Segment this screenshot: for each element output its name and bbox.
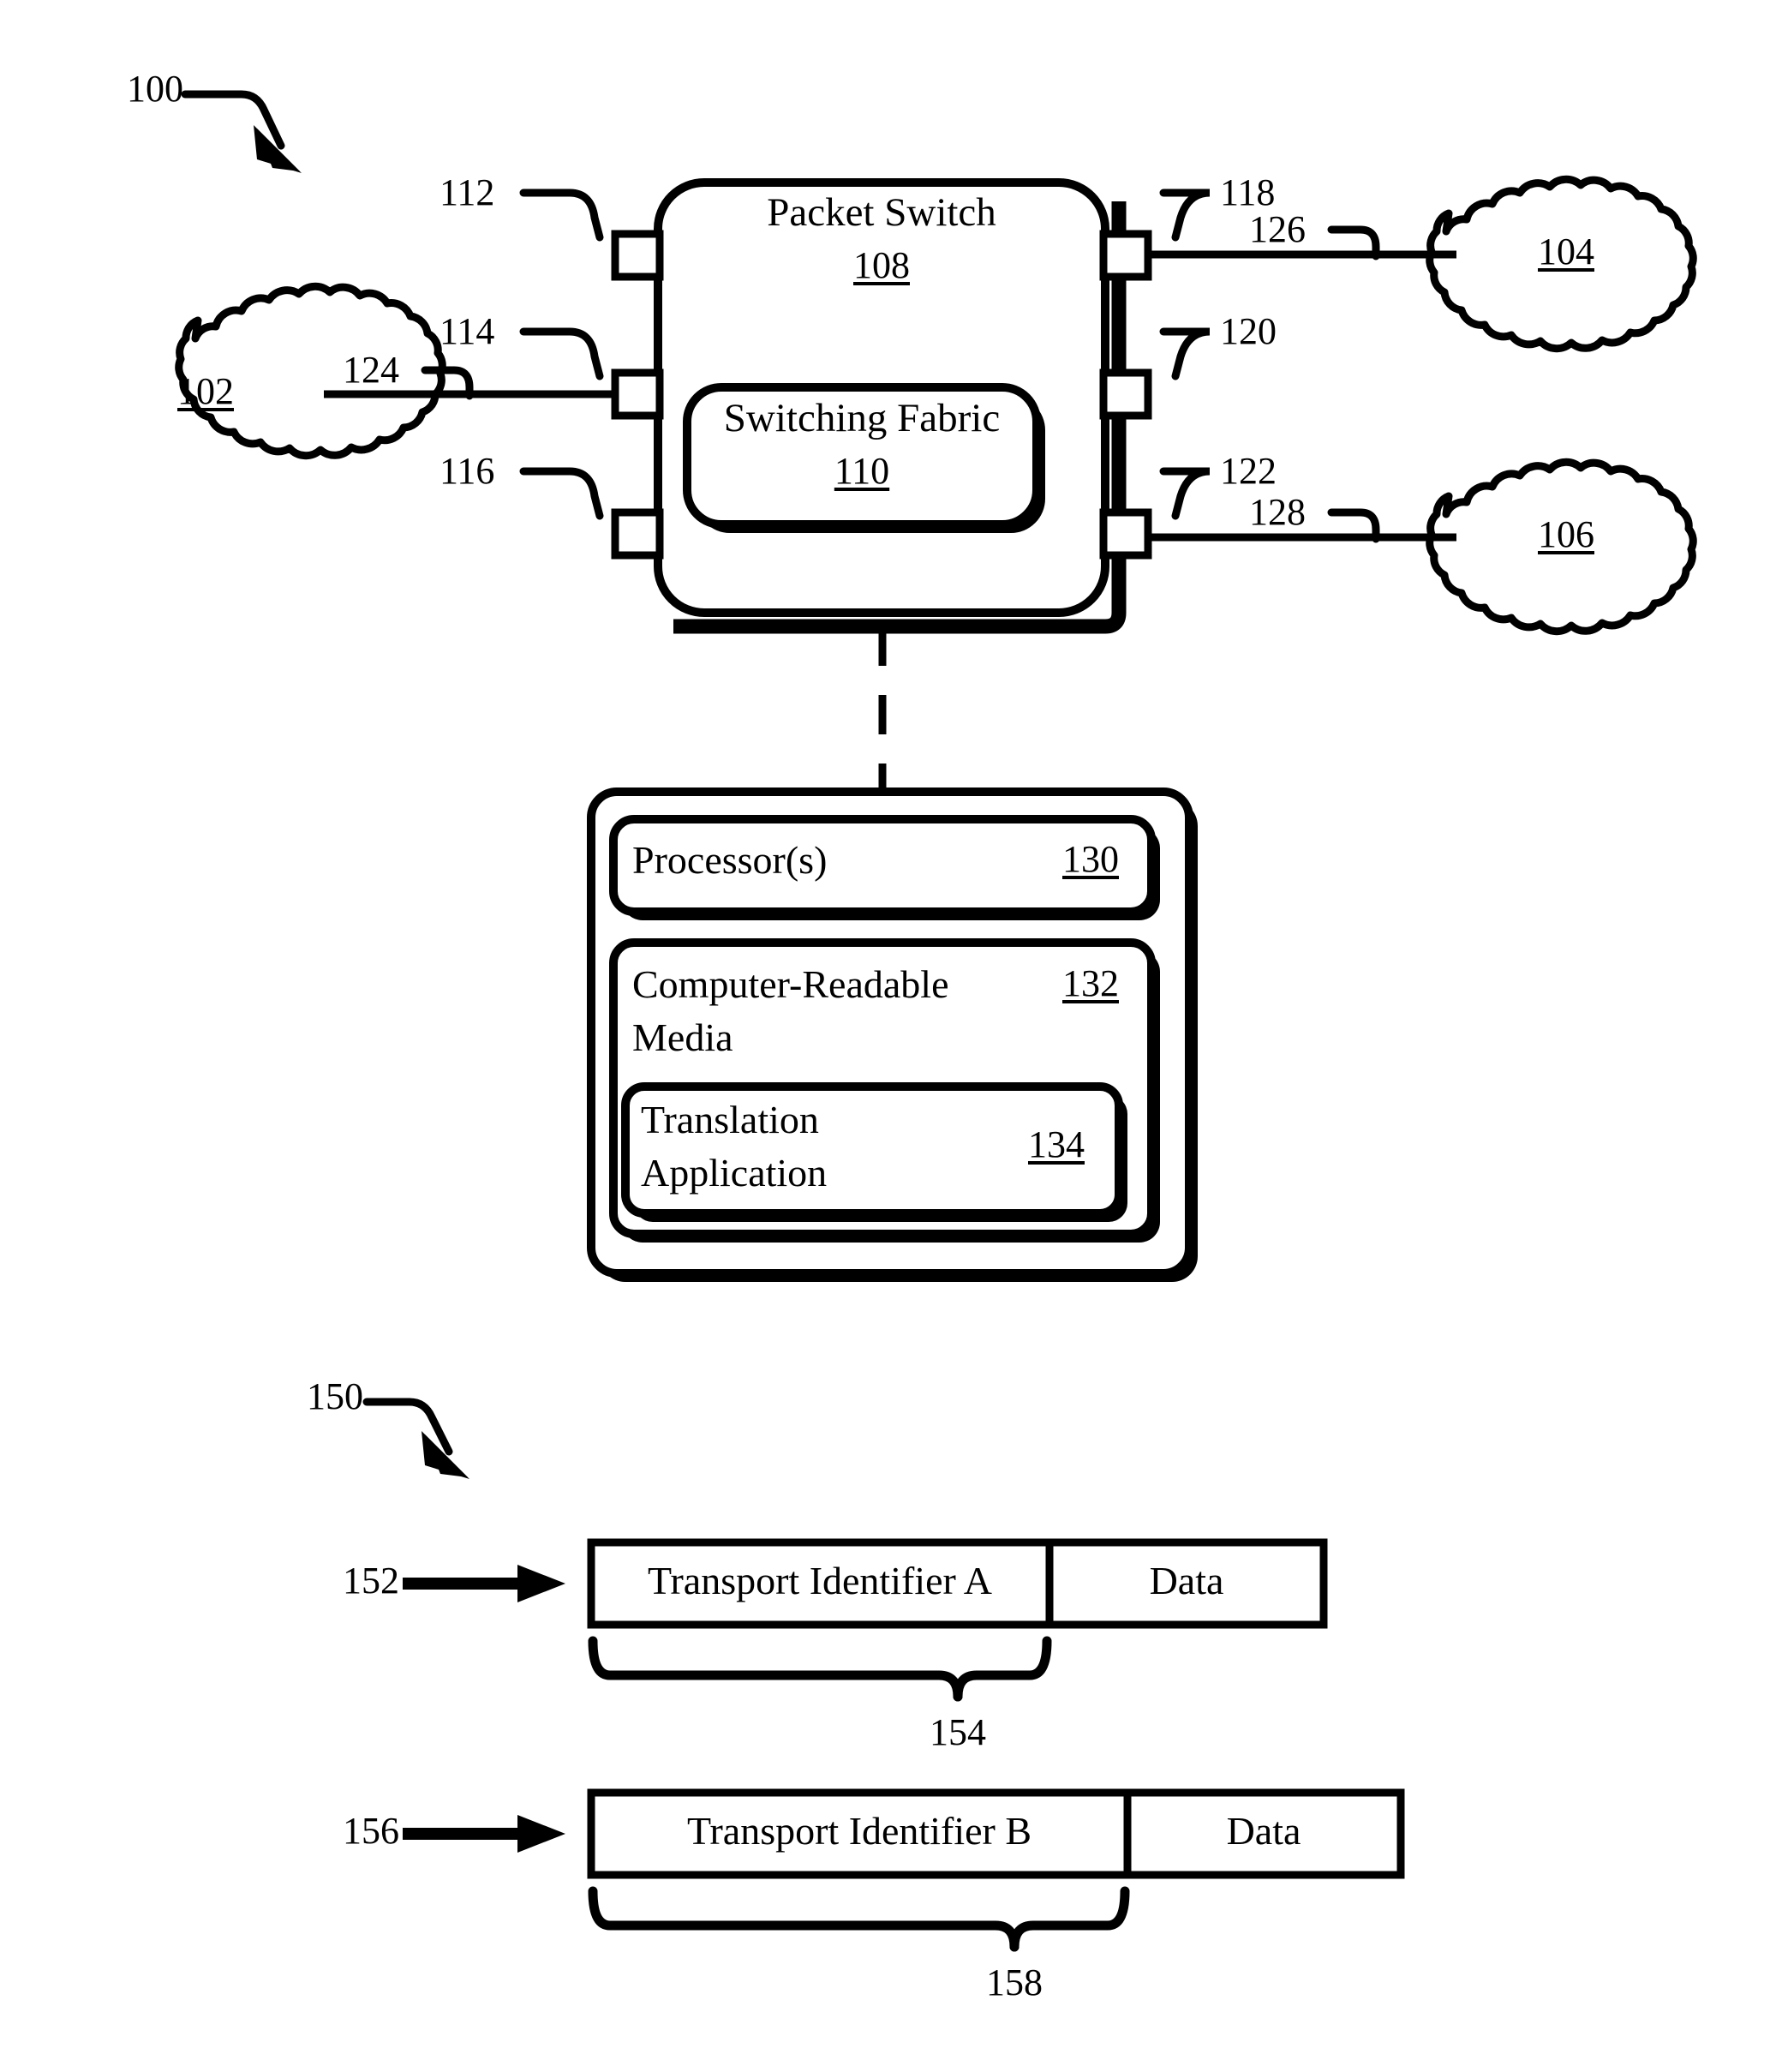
right-port-122	[1099, 508, 1152, 560]
packet-156-payload-label: Data	[1226, 1809, 1301, 1853]
right-port-ref-118: 118	[1220, 171, 1276, 213]
packet-156-arrow	[403, 1815, 565, 1853]
leader-126	[1327, 225, 1380, 260]
switching-fabric-ref: 110	[834, 450, 890, 492]
brace-158	[588, 1886, 1130, 1952]
leader-116	[519, 467, 604, 520]
application-label-line1: Translation	[641, 1098, 819, 1141]
leader-112	[519, 189, 604, 242]
media-ref: 132	[1062, 962, 1119, 1004]
packet-ref-156: 156	[343, 1810, 399, 1852]
leader-124	[421, 366, 474, 400]
packet-switch-ref: 108	[853, 244, 910, 286]
figure-ref-150: 150	[307, 1375, 363, 1417]
packet-switch-title: Packet Switch	[767, 190, 996, 235]
left-port-116	[611, 508, 664, 560]
processor-ref: 130	[1062, 838, 1119, 880]
left-port-114	[611, 368, 664, 420]
network-label-102: 102	[177, 370, 234, 412]
left-port-ref-114: 114	[440, 310, 495, 352]
left-port-112	[611, 230, 664, 281]
right-port-ref-122: 122	[1220, 450, 1277, 492]
link-ref-124: 124	[343, 349, 399, 391]
leader-120	[1159, 327, 1211, 380]
media-label-line1: Computer-Readable	[632, 962, 949, 1006]
figure-150-leader	[362, 1398, 469, 1479]
switching-fabric-title: Switching Fabric	[723, 396, 1001, 440]
patent-figure-canvas: 100 102 104 106 Packet Switch 108 Switch…	[0, 0, 1770, 2072]
left-port-ref-116: 116	[440, 450, 495, 492]
brace-154	[588, 1636, 1052, 1702]
leader-128	[1327, 508, 1380, 543]
processor-label: Processor(s)	[632, 838, 828, 882]
figure-vector-layer	[175, 90, 1697, 1952]
link-ref-126: 126	[1249, 208, 1306, 250]
leader-118	[1159, 189, 1211, 242]
left-port-ref-112: 112	[440, 171, 495, 213]
application-label-line2: Application	[641, 1151, 828, 1195]
packet-ref-152: 152	[343, 1560, 399, 1602]
figure-ref-100: 100	[127, 68, 183, 110]
right-port-120	[1099, 368, 1152, 420]
packet-152-header-label: Transport Identifier A	[647, 1559, 993, 1602]
network-label-104: 104	[1538, 231, 1594, 272]
figure-100-leader	[181, 90, 302, 173]
leader-122	[1159, 467, 1211, 520]
network-label-106: 106	[1538, 513, 1594, 555]
link-ref-128: 128	[1249, 491, 1306, 533]
right-port-ref-120: 120	[1220, 310, 1277, 352]
brace-ref-154: 154	[930, 1711, 986, 1753]
right-port-118	[1099, 230, 1152, 281]
packet-156-header-label: Transport Identifier B	[686, 1809, 1032, 1853]
media-label-line2: Media	[632, 1015, 733, 1059]
brace-ref-158: 158	[986, 1961, 1043, 2003]
leader-114	[519, 327, 604, 380]
packet-152-arrow	[403, 1565, 565, 1602]
packet-152-payload-label: Data	[1149, 1559, 1224, 1602]
application-ref: 134	[1028, 1123, 1085, 1165]
